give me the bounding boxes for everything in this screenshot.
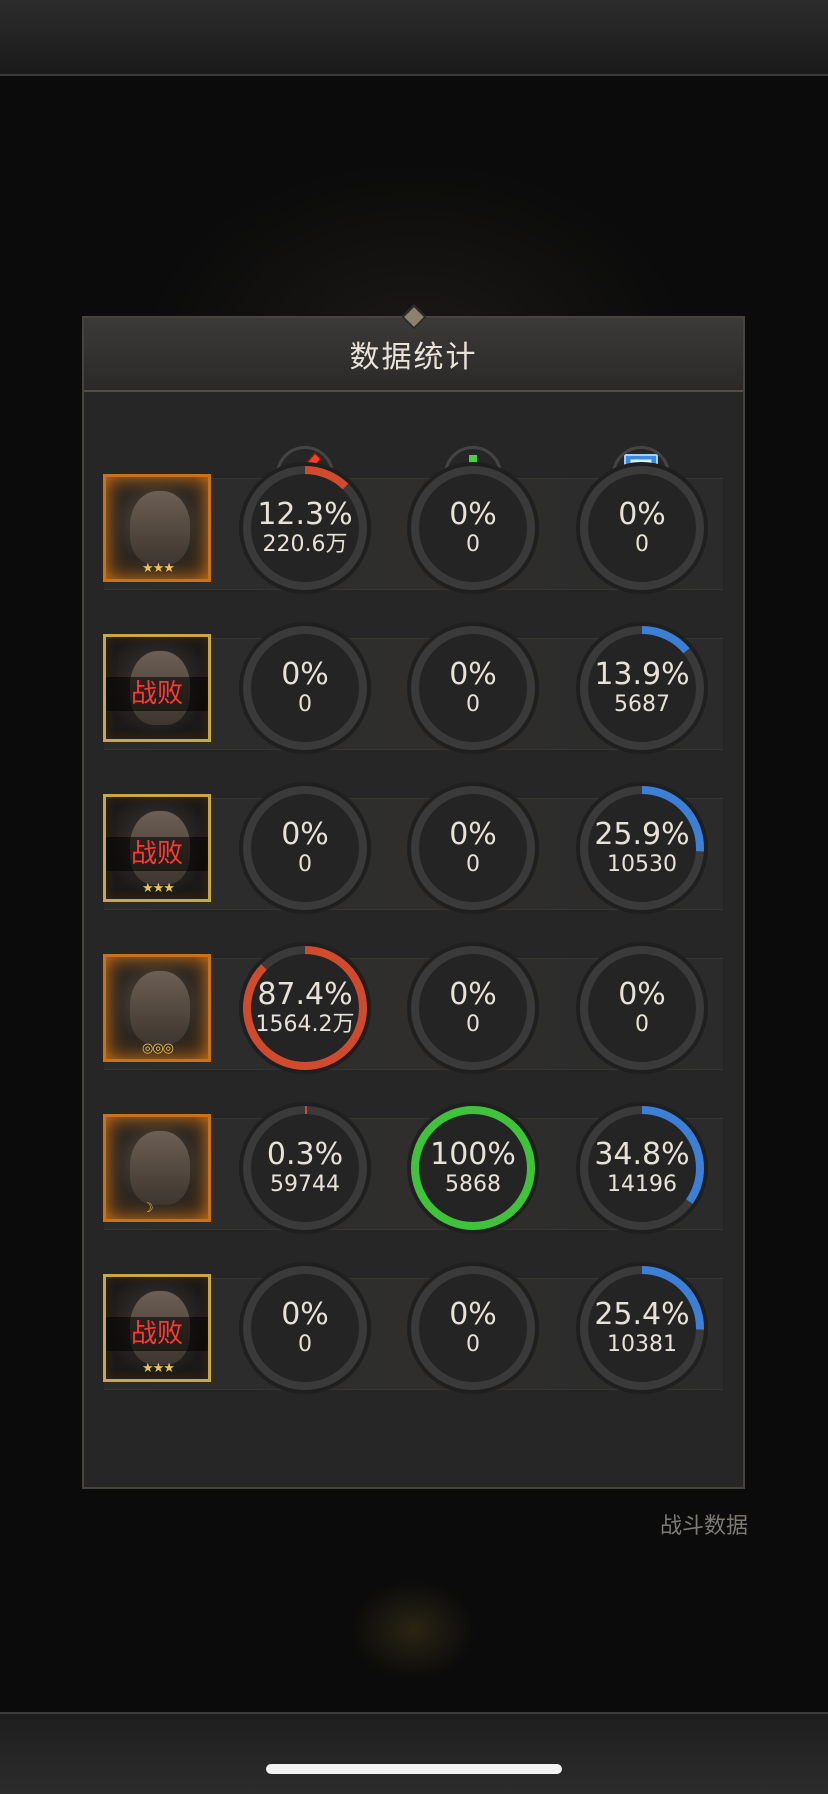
stat-value: 0: [298, 692, 312, 717]
heal-stat-ring: 0% 0: [405, 940, 541, 1076]
stat-value: 0: [466, 852, 480, 877]
stat-percentage: 0%: [449, 1297, 497, 1332]
stat-percentage: 25.4%: [594, 1297, 690, 1332]
stat-value: 0: [635, 532, 649, 557]
damage-stat-ring: 0% 0: [237, 620, 373, 756]
damage-stat-ring: 87.4% 1564.2万: [237, 940, 373, 1076]
stat-percentage: 13.9%: [594, 657, 690, 692]
panel-header: 数据统计: [84, 304, 743, 392]
stat-value: 220.6万: [262, 532, 348, 557]
hero-face: [130, 971, 190, 1045]
stat-percentage: 0%: [449, 817, 497, 852]
tank-stat-ring: 34.8% 14196: [574, 1100, 710, 1236]
stat-percentage: 0.3%: [266, 1137, 344, 1172]
hero-portrait[interactable]: 战败 ★★★: [103, 1274, 211, 1382]
hero-portrait[interactable]: ◎◎◎: [103, 954, 211, 1062]
home-indicator: [266, 1764, 562, 1774]
stat-percentage: 0%: [618, 497, 666, 532]
stat-percentage: 25.9%: [594, 817, 690, 852]
stat-value: 0: [466, 1012, 480, 1037]
hero-portrait[interactable]: 战败 ★★★: [103, 794, 211, 902]
hero-face: [130, 491, 190, 565]
stat-value: 0: [298, 1332, 312, 1357]
panel-title: 数据统计: [349, 340, 478, 375]
stat-percentage: 34.8%: [594, 1137, 690, 1172]
stat-value: 0: [466, 692, 480, 717]
stat-value: 0: [298, 852, 312, 877]
heal-stat-ring: 0% 0: [405, 620, 541, 756]
top-frame: [0, 0, 828, 76]
heal-stat-ring: 100% 5868: [405, 1100, 541, 1236]
battle-data-label[interactable]: 战斗数据: [660, 1508, 748, 1540]
stat-value: 10530: [607, 852, 677, 877]
stat-percentage: 0%: [281, 817, 329, 852]
rank-badge: ☽: [142, 1201, 154, 1216]
stat-percentage: 100%: [430, 1137, 516, 1172]
damage-stat-ring: 0% 0: [237, 1260, 373, 1396]
stat-value: 0: [635, 1012, 649, 1037]
heal-stat-ring: 0% 0: [405, 1260, 541, 1396]
rank-badge: ★★★: [142, 881, 175, 896]
tank-stat-ring: 25.9% 10530: [574, 780, 710, 916]
tank-stat-ring: 0% 0: [574, 460, 710, 596]
stat-percentage: 12.3%: [257, 497, 353, 532]
defeated-label: 战败: [106, 1317, 208, 1351]
stat-percentage: 0%: [281, 1297, 329, 1332]
background-emblem: [350, 1580, 476, 1680]
stat-percentage: 87.4%: [257, 977, 353, 1012]
rank-badge: ★★★: [142, 561, 175, 576]
rank-badge: ◎◎◎: [142, 1041, 174, 1056]
stat-value: 1564.2万: [255, 1012, 355, 1037]
heal-stat-ring: 0% 0: [405, 780, 541, 916]
stat-value: 10381: [607, 1332, 677, 1357]
rank-badge: ★★★: [142, 1361, 175, 1376]
stat-percentage: 0%: [449, 497, 497, 532]
tank-stat-ring: 13.9% 5687: [574, 620, 710, 756]
defeated-label: 战败: [106, 837, 208, 871]
stat-value: 14196: [607, 1172, 677, 1197]
stat-value: 0: [466, 1332, 480, 1357]
damage-stat-ring: 0.3% 59744: [237, 1100, 373, 1236]
stat-percentage: 0%: [281, 657, 329, 692]
tank-stat-ring: 25.4% 10381: [574, 1260, 710, 1396]
hero-face: [130, 1131, 190, 1205]
stat-value: 5868: [445, 1172, 501, 1197]
bottom-frame: [0, 1712, 828, 1794]
damage-stat-ring: 12.3% 220.6万: [237, 460, 373, 596]
hero-portrait[interactable]: 战败: [103, 634, 211, 742]
heal-stat-ring: 0% 0: [405, 460, 541, 596]
stat-percentage: 0%: [618, 977, 666, 1012]
stat-percentage: 0%: [449, 977, 497, 1012]
stat-percentage: 0%: [449, 657, 497, 692]
stat-value: 59744: [270, 1172, 340, 1197]
hero-portrait[interactable]: ★★★: [103, 474, 211, 582]
stats-panel: 数据统计 ★★★ 12.3% 220.6万 0% 0 0% 0 战败 0% 0 0% 0 13.9% 56…: [82, 304, 745, 1489]
defeated-label: 战败: [106, 677, 208, 711]
stat-value: 5687: [614, 692, 670, 717]
damage-stat-ring: 0% 0: [237, 780, 373, 916]
hero-portrait[interactable]: ☽: [103, 1114, 211, 1222]
stat-value: 0: [466, 532, 480, 557]
tank-stat-ring: 0% 0: [574, 940, 710, 1076]
